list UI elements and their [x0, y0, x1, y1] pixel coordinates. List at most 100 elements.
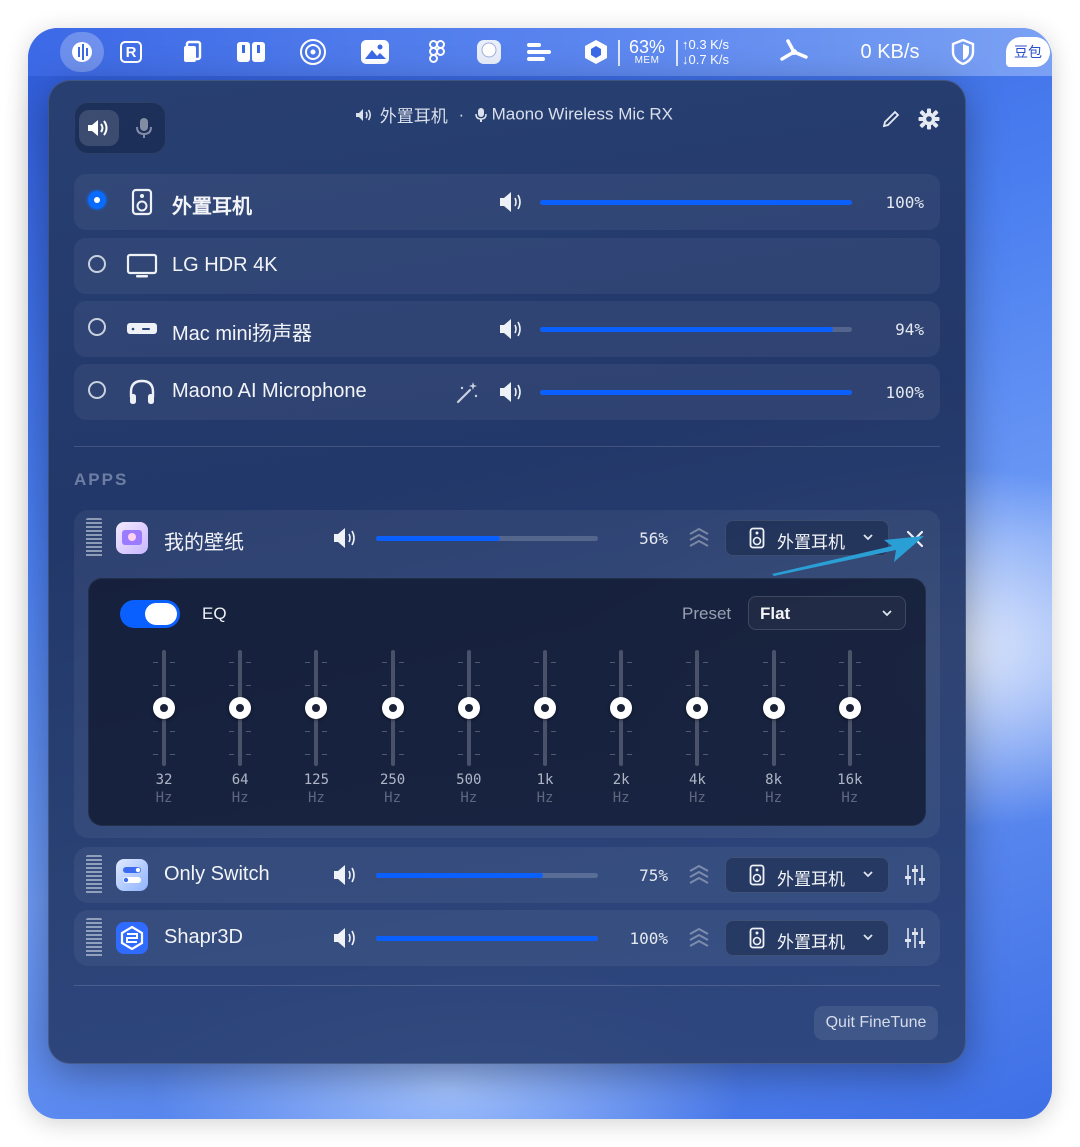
eq-tick — [381, 684, 387, 686]
split-view-icon[interactable] — [234, 36, 268, 68]
eq-tick — [246, 754, 252, 756]
speaker-icon — [356, 108, 372, 121]
eq-tick — [381, 754, 387, 756]
mac-mini-icon — [126, 314, 158, 344]
eq-band-500[interactable]: 500 Hz — [449, 650, 489, 810]
eq-tick — [322, 661, 328, 663]
device-row-lg-hdr[interactable]: LG HDR 4K — [74, 238, 940, 294]
eq-band-125[interactable]: 125 Hz — [296, 650, 336, 810]
current-routing-title: 外置耳机 · Maono Wireless Mic RX — [48, 102, 966, 127]
device-row-maono-mic[interactable]: Maono AI Microphone 100% — [74, 364, 940, 420]
volume-icon[interactable] — [498, 317, 526, 341]
r-app-icon[interactable]: R — [116, 36, 146, 68]
throughput-readout[interactable]: 0 KB/s — [840, 36, 940, 68]
layers-icon[interactable] — [688, 926, 710, 950]
eq-band-thumb[interactable] — [229, 697, 252, 719]
volume-icon[interactable] — [332, 526, 360, 550]
layers-icon[interactable] — [688, 863, 710, 887]
doubao-icon[interactable]: 豆包 — [1006, 37, 1050, 67]
figma-icon[interactable] — [424, 36, 450, 68]
eq-tick — [686, 661, 692, 663]
network-speed[interactable]: ↑0.3 K/s ↓0.7 K/s — [682, 36, 752, 68]
app-card-only-switch: Only Switch 75% 外置耳机 — [74, 847, 940, 903]
eq-band-4k[interactable]: 4k Hz — [677, 650, 717, 810]
memory-usage[interactable]: 63% MEM — [624, 36, 670, 68]
eq-band-unit: Hz — [307, 790, 325, 806]
volume-fill — [376, 536, 501, 541]
eq-band-thumb[interactable] — [762, 697, 785, 719]
eq-tick — [474, 684, 480, 686]
preset-dropdown[interactable]: Flat — [748, 596, 906, 630]
speaker-box-icon — [749, 527, 765, 549]
eq-band-thumb[interactable] — [838, 697, 861, 719]
device-name: LG HDR 4K — [172, 254, 278, 276]
volume-icon[interactable] — [332, 863, 360, 887]
menu-lines-icon[interactable] — [524, 36, 554, 68]
device-row-mac-mini[interactable]: Mac mini扬声器 94% — [74, 301, 940, 357]
layers-icon[interactable] — [688, 526, 710, 550]
eq-band-32[interactable]: 32 Hz — [144, 650, 184, 810]
volume-icon[interactable] — [332, 926, 360, 950]
eq-band-frequency: 250 — [379, 772, 406, 788]
eq-band-250[interactable]: 250 Hz — [373, 650, 413, 810]
eq-band-thumb[interactable] — [305, 697, 328, 719]
device-volume-slider[interactable] — [540, 390, 852, 395]
hexagon-icon[interactable] — [582, 36, 610, 68]
eq-tick — [838, 661, 844, 663]
eq-toggle[interactable] — [120, 600, 180, 628]
eq-band-thumb[interactable] — [534, 697, 556, 719]
app-output-dropdown[interactable]: 外置耳机 — [725, 920, 889, 956]
eq-band-frequency: 16k — [837, 772, 863, 788]
eq-tick — [779, 731, 785, 733]
device-radio[interactable] — [88, 381, 106, 399]
eq-sliders-icon[interactable] — [904, 863, 926, 887]
volume-icon[interactable] — [498, 190, 526, 214]
theme-toggle-icon[interactable] — [472, 36, 506, 68]
eq-tick — [534, 661, 539, 663]
app-volume-slider[interactable] — [376, 873, 598, 878]
target-icon[interactable] — [296, 36, 330, 68]
shield-icon[interactable] — [948, 36, 978, 68]
eq-band-thumb[interactable] — [686, 697, 709, 719]
eq-tick — [762, 661, 768, 663]
quit-button[interactable]: Quit FineTune — [814, 1006, 938, 1040]
app-volume-slider[interactable] — [376, 936, 598, 941]
clipboard-icon[interactable] — [178, 36, 208, 68]
volume-icon[interactable] — [498, 380, 526, 404]
settings-button[interactable] — [914, 104, 944, 134]
eq-band-64[interactable]: 64 Hz — [220, 650, 260, 810]
device-radio-selected[interactable] — [88, 191, 106, 209]
eq-tick — [838, 684, 844, 686]
eq-band-2k[interactable]: 2k Hz — [601, 650, 641, 810]
app-output-dropdown[interactable]: 外置耳机 — [725, 857, 889, 893]
eq-tick — [246, 684, 252, 686]
photo-icon[interactable] — [358, 36, 392, 68]
eq-band-thumb[interactable] — [153, 697, 175, 719]
device-volume-slider[interactable] — [540, 200, 852, 205]
shapr3d-app-icon — [116, 922, 148, 954]
app-volume-slider[interactable] — [376, 536, 598, 541]
device-row-external-headphones[interactable]: 外置耳机 100% — [74, 174, 940, 230]
device-radio[interactable] — [88, 318, 106, 336]
eq-band-1k[interactable]: 1k Hz — [525, 650, 565, 810]
drag-handle[interactable] — [86, 918, 102, 958]
eq-band-thumb[interactable] — [457, 697, 480, 719]
eq-band-16k[interactable]: 16k Hz — [830, 650, 870, 810]
fan-icon[interactable] — [778, 36, 810, 68]
eq-band-thumb[interactable] — [610, 697, 633, 719]
device-radio[interactable] — [88, 255, 106, 273]
eq-band-8k[interactable]: 8k Hz — [754, 650, 794, 810]
device-volume-slider[interactable] — [540, 327, 852, 332]
eq-tick — [170, 661, 175, 663]
drag-handle[interactable] — [86, 855, 102, 895]
eq-band-thumb[interactable] — [381, 697, 404, 719]
volume-fill — [540, 390, 852, 395]
eq-sliders-icon[interactable] — [904, 926, 926, 950]
edit-button[interactable] — [876, 104, 906, 134]
magic-wand-icon[interactable] — [454, 380, 480, 406]
eq-tick — [474, 754, 480, 756]
drag-handle[interactable] — [86, 518, 102, 558]
eq-tick — [703, 731, 709, 733]
eq-tick — [229, 661, 235, 663]
finetune-menubar-icon[interactable] — [60, 32, 104, 72]
